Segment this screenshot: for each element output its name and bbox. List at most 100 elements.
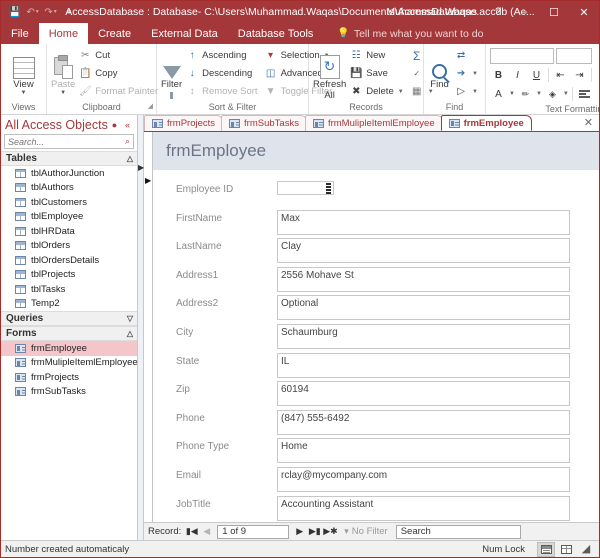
new-record-button[interactable]: ▶✱ — [323, 526, 336, 537]
navigation-search-input[interactable] — [8, 137, 125, 147]
chevron-down-icon[interactable]: ▽ — [127, 314, 133, 323]
save-icon[interactable]: 💾 — [7, 4, 23, 20]
firstname-input[interactable]: Max — [277, 210, 570, 235]
zip-input[interactable]: 60194 — [277, 381, 570, 406]
nav-item-frmProjects[interactable]: frmProjects — [1, 370, 137, 385]
lastname-input[interactable]: Clay — [277, 238, 570, 263]
navigation-search-box[interactable]: ⌕ — [4, 134, 134, 149]
ribbon-tab-home[interactable]: Home — [39, 23, 88, 44]
delete-record-button[interactable]: ✖ Delete ▼ — [346, 83, 406, 100]
document-tab-frmMulipleItemlEmployee[interactable]: frmMulipleItemlEmployee — [305, 115, 443, 131]
minimize-icon[interactable]: – — [509, 1, 539, 23]
save-record-button[interactable]: 💾 Save — [346, 65, 406, 82]
nav-group-tables[interactable]: Tables △ — [1, 151, 137, 166]
refresh-all-button[interactable]: Refresh All — [313, 47, 346, 101]
view-button[interactable]: View ▼ — [5, 47, 42, 97]
bold-button[interactable]: B — [490, 67, 507, 84]
record-search-input[interactable]: Search — [396, 525, 521, 539]
email-input[interactable]: rclay@mycompany.com — [277, 467, 570, 492]
nav-item-frmSubTasks[interactable]: frmSubTasks — [1, 385, 137, 400]
record-selector-column[interactable]: ▶ — [144, 132, 153, 522]
user-account-label[interactable]: Muhammad Waqas — [376, 6, 487, 18]
record-position-input[interactable]: 1 of 9 — [217, 525, 289, 539]
nav-group-queries[interactable]: Queries ▽ — [1, 311, 137, 326]
text-direction-button[interactable]: ↦ — [595, 67, 599, 84]
layout-view-button[interactable]: ◢ — [577, 542, 595, 557]
help-icon[interactable]: ? — [487, 1, 509, 23]
chevron-up-icon[interactable]: △ — [127, 154, 133, 163]
go-to-button[interactable]: ➔ ▼ — [451, 65, 481, 82]
nav-item-tblAuthorJunction[interactable]: tblAuthorJunction — [1, 166, 137, 181]
navigation-menu-icon[interactable]: ● — [108, 120, 121, 130]
document-tab-frmEmployee[interactable]: frmEmployee — [441, 115, 532, 131]
customize-qat-icon[interactable]: ▼ — [61, 4, 77, 20]
navigation-pane-title[interactable]: All Access Objects — [5, 118, 108, 132]
copy-button[interactable]: 📋 Copy — [75, 65, 161, 82]
chevron-up-icon[interactable]: △ — [127, 329, 133, 338]
previous-record-button[interactable]: ◀ — [200, 526, 213, 537]
underline-button[interactable]: U — [528, 67, 545, 84]
last-record-button[interactable]: ▶▮ — [308, 526, 321, 537]
new-record-button[interactable]: ☷ New — [346, 47, 406, 64]
redo-icon[interactable]: ↷▼ — [43, 4, 59, 20]
align-left-button[interactable] — [576, 86, 593, 103]
ribbon-tab-database-tools[interactable]: Database Tools — [228, 23, 324, 44]
find-button[interactable]: Find — [428, 47, 451, 90]
phone-type-input[interactable]: Home — [277, 438, 570, 463]
decrease-indent-button[interactable]: ⇤ — [552, 67, 569, 84]
nav-item-tblOrders[interactable]: tblOrders — [1, 239, 137, 254]
document-tab-frmProjects[interactable]: frmProjects — [144, 115, 223, 131]
form-view-button[interactable] — [537, 542, 555, 557]
ribbon-tab-file[interactable]: File — [1, 23, 39, 44]
filter-button[interactable]: Filter — [161, 47, 182, 90]
next-record-button[interactable]: ▶ — [293, 526, 306, 537]
close-document-icon[interactable]: ✕ — [578, 115, 599, 131]
sort-ascending-button[interactable]: ↑ Ascending — [182, 47, 260, 64]
datasheet-view-button[interactable] — [557, 542, 575, 557]
phone-input[interactable]: (847) 555-6492 — [277, 410, 570, 435]
collapse-navigation-pane-icon[interactable]: « — [121, 120, 134, 130]
first-record-button[interactable]: ▮◀ — [185, 526, 198, 537]
nav-item-tblHRData[interactable]: tblHRData — [1, 224, 137, 239]
city-input[interactable]: Schaumburg — [277, 324, 570, 349]
font-color-button[interactable]: A — [490, 86, 507, 103]
bulleted-list-button[interactable]: ≡ — [594, 48, 599, 65]
nav-item-tblProjects[interactable]: tblProjects — [1, 268, 137, 283]
increase-indent-button[interactable]: ⇥ — [571, 67, 588, 84]
nav-item-tblOrdersDetails[interactable]: tblOrdersDetails — [1, 253, 137, 268]
align-center-button[interactable] — [595, 86, 599, 103]
nav-item-tblCustomers[interactable]: tblCustomers — [1, 195, 137, 210]
sort-descending-button[interactable]: ↓ Descending — [182, 65, 260, 82]
tell-me-search[interactable]: 💡 Tell me what you want to do — [323, 23, 483, 44]
nav-group-forms[interactable]: Forms △ — [1, 326, 137, 341]
highlight-color-button[interactable]: ✏ — [517, 86, 534, 103]
italic-button[interactable]: I — [509, 67, 526, 84]
nav-item-frmEmployee[interactable]: frmEmployee — [1, 341, 137, 356]
close-icon[interactable]: ✕ — [569, 1, 599, 23]
background-color-button[interactable]: ◈ — [544, 86, 561, 103]
state-input[interactable]: IL — [277, 353, 570, 378]
select-button[interactable]: ▷ ▼ — [451, 83, 481, 100]
employee-id-input[interactable] — [277, 181, 334, 195]
address2-input[interactable]: Optional — [277, 295, 570, 320]
format-painter-button[interactable]: 🖌 Format Painter — [75, 83, 161, 100]
nav-item-tblAuthors[interactable]: tblAuthors — [1, 181, 137, 196]
filter-status[interactable]: ▾ No Filter — [338, 526, 393, 537]
maximize-icon[interactable]: ☐ — [539, 1, 569, 23]
nav-item-Temp2[interactable]: Temp2 — [1, 297, 137, 312]
nav-item-tblTasks[interactable]: tblTasks — [1, 282, 137, 297]
undo-icon[interactable]: ↶▼ — [25, 4, 41, 20]
remove-sort-button[interactable]: ↕ Remove Sort — [182, 83, 260, 100]
document-tab-frmSubTasks[interactable]: frmSubTasks — [221, 115, 307, 131]
ribbon-tab-external-data[interactable]: External Data — [141, 23, 228, 44]
paste-button[interactable]: Paste ▼ — [51, 47, 75, 97]
jobtitle-input[interactable]: Accounting Assistant — [277, 496, 570, 521]
nav-item-tblEmployee[interactable]: tblEmployee — [1, 210, 137, 225]
cut-button[interactable]: ✂ Cut — [75, 47, 161, 64]
search-icon[interactable]: ⌕ — [125, 136, 130, 147]
font-name-select[interactable] — [490, 48, 554, 64]
font-size-select[interactable] — [556, 48, 592, 64]
address1-input[interactable]: 2556 Mohave St — [277, 267, 570, 292]
nav-item-frmMulipleItemlEmployee[interactable]: frmMulipleItemlEmployee — [1, 356, 137, 371]
replace-button[interactable]: ⇄ — [451, 47, 481, 64]
